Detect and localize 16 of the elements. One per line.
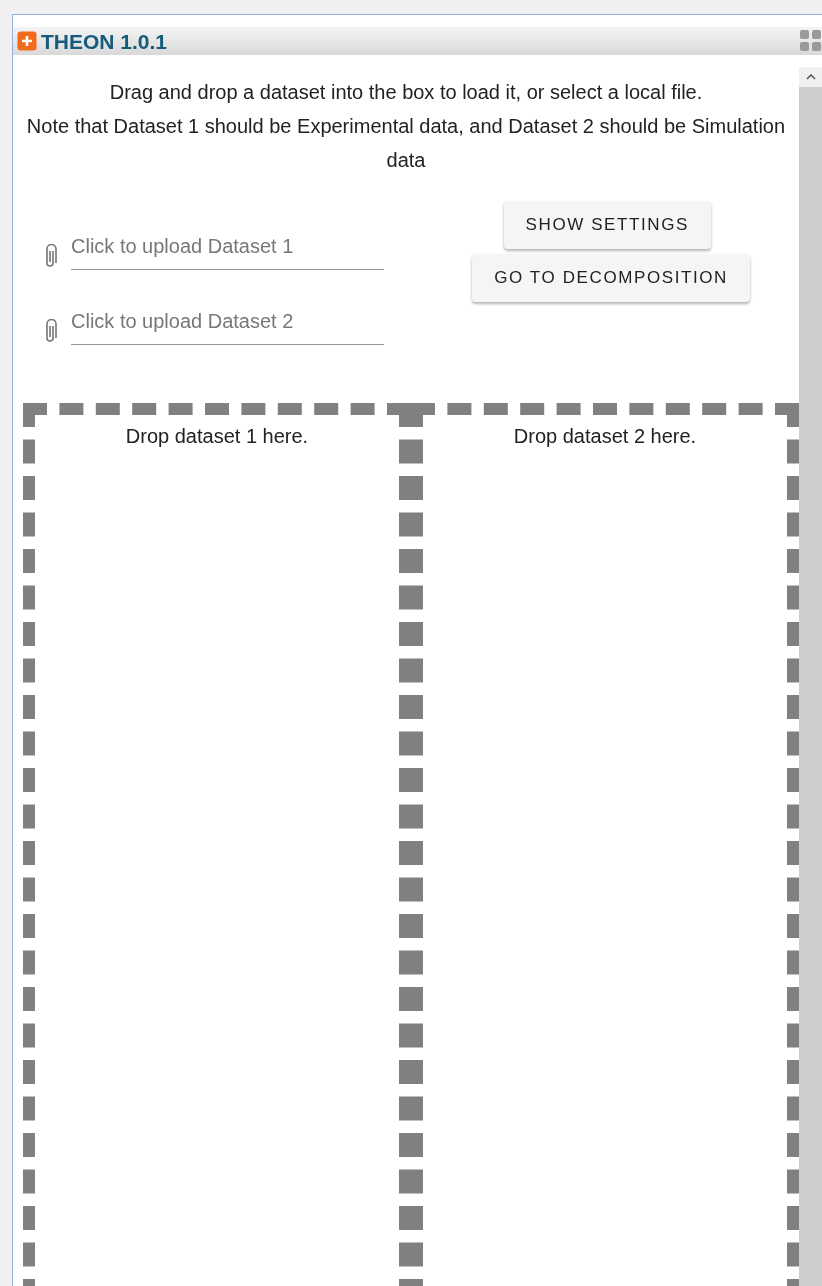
drop-zone-label: Drop dataset 1 here. [125,424,309,449]
window-title: THEON 1.0.1 [41,30,168,52]
action-button[interactable]: GO TO DECOMPOSITION [472,254,750,302]
paperclip-icon [43,319,57,345]
action-button[interactable]: SHOW SETTINGS [503,201,711,249]
plus-icon [17,31,37,51]
scroll-up-button[interactable] [799,67,822,87]
caret-up-icon [805,74,816,80]
upload-field[interactable]: Click to upload Dataset 1 [71,231,384,270]
drop-zone[interactable]: Drop dataset 1 here. [23,403,411,1286]
drop-zone-label: Drop dataset 2 here. [513,424,697,449]
instruction-text: Note that Dataset 1 should be Experimental data, and Dataset 2 should be Simulation data [25,114,787,173]
upload-field[interactable]: Click to upload Dataset 2 [71,306,384,345]
grip-icon[interactable] [800,30,822,52]
paperclip-icon [43,244,57,270]
instruction-text: Drag and drop a dataset into the box to load it, or select a local file. [108,80,704,105]
